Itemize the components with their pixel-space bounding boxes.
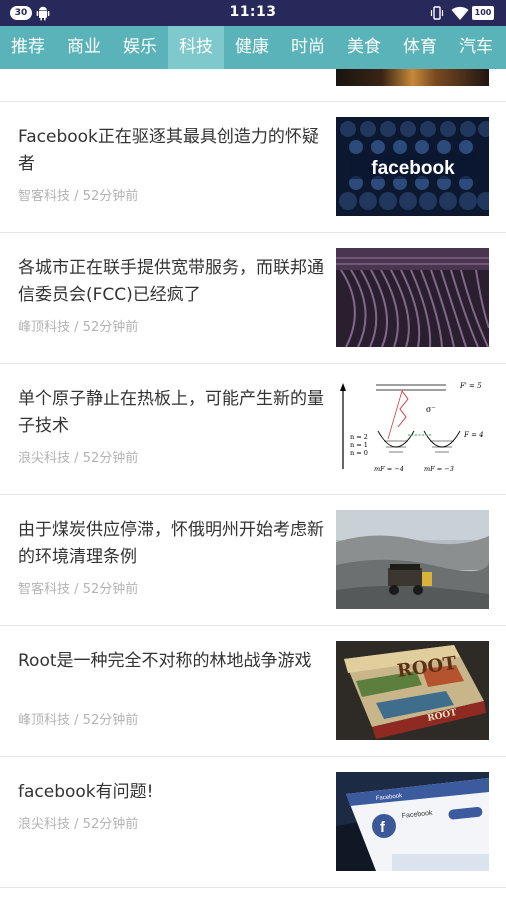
tab-business[interactable]: 商业: [56, 26, 112, 69]
meta-separator: /: [70, 189, 83, 204]
article-source: 浪尖科技: [18, 817, 71, 832]
meta-separator: /: [70, 582, 83, 597]
vibrate-icon: [430, 6, 444, 20]
article-thumbnail: [336, 510, 489, 609]
article-feed[interactable]: Facebook正在驱逐其最具创造力的怀疑者 智客科技 / 52分钟前 face…: [0, 69, 506, 900]
diagram-bottom-left-label: mF = −4: [374, 465, 404, 473]
article-item[interactable]: Root是一种完全不对称的林地战争游戏 峰顶科技 / 52分钟前 ROOT RO…: [0, 626, 506, 757]
article-thumbnail: Facebook f Facebook: [336, 772, 489, 871]
status-bar: 30 11:13 100: [0, 0, 506, 26]
article-meta: 峰顶科技 / 52分钟前: [18, 316, 138, 335]
article-title[interactable]: facebook有问题!: [18, 779, 326, 806]
meta-separator: /: [70, 817, 83, 832]
article-title[interactable]: 各城市正在联手提供宽带服务，而联邦通信委员会(FCC)已经疯了: [18, 255, 326, 309]
partial-article-item[interactable]: [0, 69, 506, 102]
article-meta: 智客科技 / 52分钟前: [18, 185, 138, 204]
diagram-sigma-label: σ⁻: [426, 405, 436, 414]
tab-sports[interactable]: 体育: [392, 26, 448, 69]
wifi-icon: [451, 6, 469, 20]
diagram-bottom-right-label: mF = −3: [424, 465, 454, 473]
article-source: 峰顶科技: [18, 320, 71, 335]
article-title[interactable]: 由于煤炭供应停滞，怀俄明州开始考虑新的环境清理条例: [18, 517, 326, 571]
tab-auto[interactable]: 汽车: [448, 26, 504, 69]
facebook-wordmark: facebook: [371, 158, 455, 179]
tab-recommend[interactable]: 推荐: [0, 26, 56, 69]
article-thumbnail: [336, 69, 489, 86]
article-time: 52分钟前: [82, 189, 139, 204]
tab-health[interactable]: 健康: [224, 26, 280, 69]
article-source: 智客科技: [18, 582, 71, 597]
article-meta: 浪尖科技 / 52分钟前: [18, 447, 138, 466]
article-time: 52分钟前: [82, 582, 139, 597]
tab-technology[interactable]: 科技: [168, 26, 224, 69]
diagram-level-1: n = 1: [350, 441, 368, 449]
diagram-top-label: F' = 5: [459, 382, 482, 390]
article-time: 52分钟前: [82, 817, 139, 832]
article-title[interactable]: Facebook正在驱逐其最具创造力的怀疑者: [18, 124, 326, 178]
article-item[interactable]: 由于煤炭供应停滞，怀俄明州开始考虑新的环境清理条例 智客科技 / 52分钟前: [0, 495, 506, 626]
article-item[interactable]: Facebook正在驱逐其最具创造力的怀疑者 智客科技 / 52分钟前 face…: [0, 102, 506, 233]
meta-separator: /: [70, 451, 83, 466]
article-thumbnail: ROOT ROOT: [336, 641, 489, 740]
diagram-level-2: n = 2: [350, 433, 368, 441]
article-time: 52分钟前: [82, 713, 139, 728]
article-thumbnail: [336, 248, 489, 347]
category-tab-bar: 推荐 商业 娱乐 科技 健康 时尚 美食 体育 汽车: [0, 26, 506, 69]
meta-separator: /: [70, 713, 83, 728]
article-meta: 智客科技 / 52分钟前: [18, 578, 138, 597]
article-title[interactable]: 单个原子静止在热板上，可能产生新的量子技术: [18, 386, 326, 440]
diagram-level-0: n = 0: [350, 449, 368, 457]
article-title[interactable]: Root是一种完全不对称的林地战争游戏: [18, 648, 326, 675]
article-source: 峰顶科技: [18, 713, 71, 728]
tab-entertainment[interactable]: 娱乐: [112, 26, 168, 69]
article-thumbnail: facebook: [336, 117, 489, 216]
article-time: 52分钟前: [82, 451, 139, 466]
article-item[interactable]: facebook有问题! 浪尖科技 / 52分钟前 Facebook f Fac…: [0, 757, 506, 888]
article-item[interactable]: 单个原子静止在热板上，可能产生新的量子技术 浪尖科技 / 52分钟前 F' = …: [0, 364, 506, 495]
meta-separator: /: [70, 320, 83, 335]
diagram-right-label: F = 4: [463, 431, 484, 439]
article-meta: 峰顶科技 / 52分钟前: [18, 709, 138, 728]
article-meta: 浪尖科技 / 52分钟前: [18, 813, 138, 832]
article-source: 智客科技: [18, 189, 71, 204]
article-thumbnail: F' = 5 σ⁻ n = 2 n = 1 n = 0 F = 4 mF = −…: [336, 379, 489, 478]
article-time: 52分钟前: [82, 320, 139, 335]
battery-icon: 100: [472, 6, 494, 20]
tab-fashion[interactable]: 时尚: [280, 26, 336, 69]
article-source: 浪尖科技: [18, 451, 71, 466]
article-item[interactable]: 各城市正在联手提供宽带服务，而联邦通信委员会(FCC)已经疯了 峰顶科技 / 5…: [0, 233, 506, 364]
tab-food[interactable]: 美食: [336, 26, 392, 69]
